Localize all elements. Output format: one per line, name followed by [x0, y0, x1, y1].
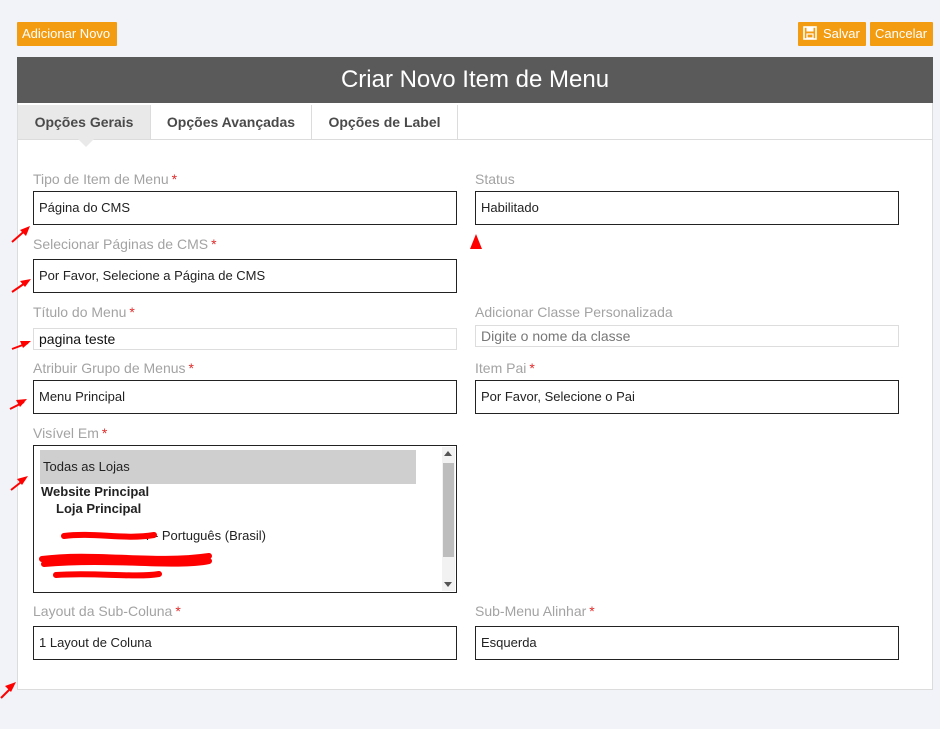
subcolumn-layout-label: Layout da Sub-Coluna *	[33, 603, 181, 619]
tab-bar: Opções Gerais Opções Avançadas Opções de…	[18, 105, 932, 147]
tab-advanced-options[interactable]: Opções Avançadas	[151, 105, 312, 139]
parent-item-label: Item Pai *	[475, 360, 535, 376]
panel-title: Criar Novo Item de Menu	[17, 57, 933, 103]
option-all-stores[interactable]: Todas as Lojas	[40, 450, 416, 484]
save-button[interactable]: Salvar	[798, 22, 866, 46]
menu-type-label: Tipo de Item de Menu *	[33, 171, 178, 187]
redaction-scribble	[39, 531, 212, 579]
option-main-store[interactable]: Loja Principal	[56, 501, 141, 516]
annotation-arrow-icon	[470, 234, 482, 249]
scrollbar-thumb[interactable]	[443, 463, 454, 557]
submenu-align-label: Sub-Menu Alinhar *	[475, 603, 595, 619]
status-select[interactable]: Habilitado	[475, 191, 899, 225]
parent-item-select[interactable]: Por Favor, Selecione o Pai	[475, 380, 899, 414]
floppy-disk-icon	[803, 26, 817, 40]
custom-class-label: Adicionar Classe Personalizada	[475, 304, 673, 320]
annotation-arrow-icon	[10, 476, 28, 491]
annotation-arrow-icon	[11, 341, 31, 350]
visible-in-label: Visível Em *	[33, 425, 108, 441]
scroll-down-arrow-icon[interactable]	[444, 582, 452, 587]
menu-title-label: Título do Menu *	[33, 304, 135, 320]
tab-general-options[interactable]: Opções Gerais	[18, 105, 151, 139]
menu-group-label: Atribuir Grupo de Menus *	[33, 360, 194, 376]
menu-type-select[interactable]: Página do CMS	[33, 191, 457, 225]
add-new-button[interactable]: Adicionar Novo	[17, 22, 117, 46]
cms-pages-label: Selecionar Páginas de CMS *	[33, 236, 217, 252]
annotation-arrow-icon	[11, 226, 30, 243]
annotation-arrow-icon	[11, 279, 31, 293]
custom-class-input[interactable]: Digite o nome da classe	[475, 325, 899, 347]
tab-label-options[interactable]: Opções de Label	[312, 105, 458, 139]
subcolumn-layout-select[interactable]: 1 Layout de Coluna	[33, 626, 457, 660]
listbox-scrollbar[interactable]	[442, 447, 455, 591]
cancel-button[interactable]: Cancelar	[870, 22, 933, 46]
save-button-label: Salvar	[823, 26, 860, 41]
scroll-up-arrow-icon[interactable]	[444, 451, 452, 456]
annotation-arrow-icon	[0, 682, 16, 699]
status-label: Status	[475, 171, 515, 187]
active-tab-caret	[78, 139, 94, 147]
visible-in-multiselect[interactable]: Todas as Lojas Website Principal Loja Pr…	[33, 445, 457, 593]
submenu-align-select[interactable]: Esquerda	[475, 626, 899, 660]
annotation-arrow-icon	[9, 399, 27, 410]
option-main-website[interactable]: Website Principal	[41, 484, 149, 499]
menu-group-select[interactable]: Menu Principal	[33, 380, 457, 414]
cms-pages-select[interactable]: Por Favor, Selecione a Página de CMS	[33, 259, 457, 293]
menu-title-input[interactable]: pagina teste	[33, 328, 457, 350]
